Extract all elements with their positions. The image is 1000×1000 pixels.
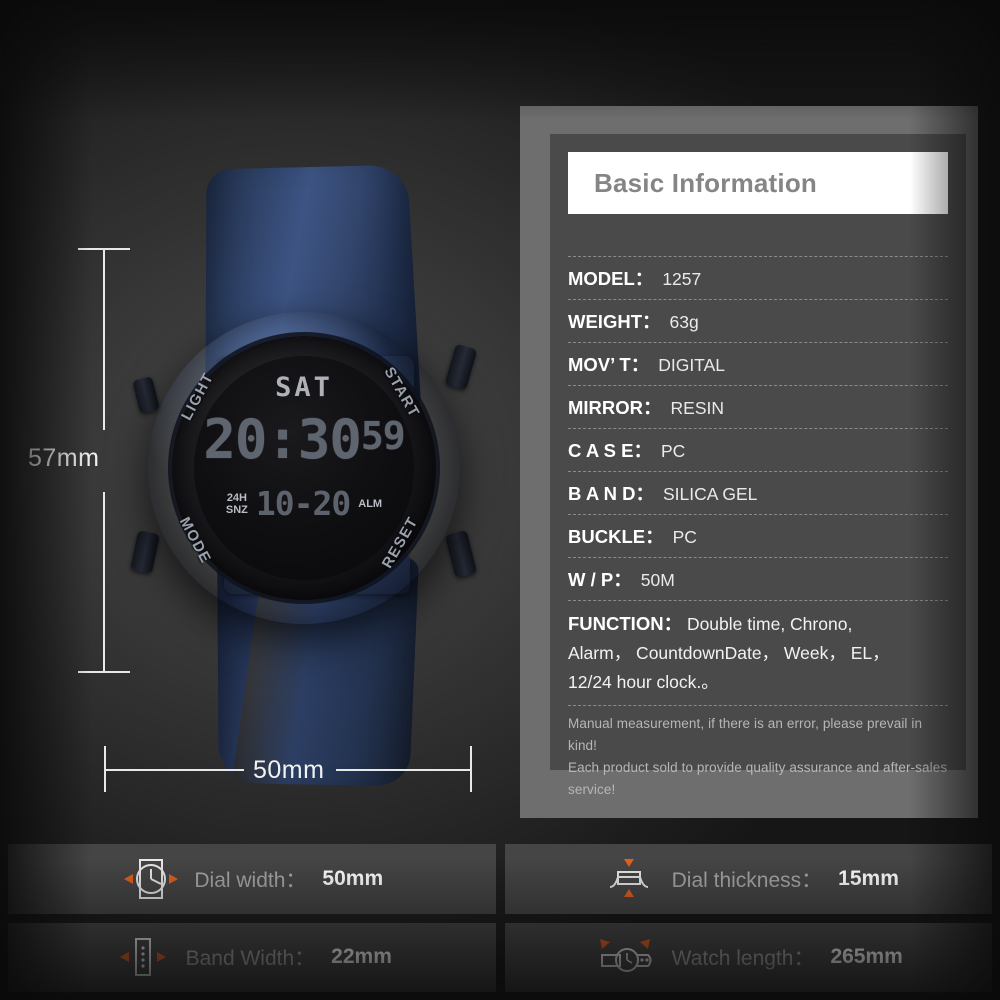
vignette-overlay — [0, 0, 1000, 1000]
product-spec-image: LIGHT START MODE RESET SAT 20:3059 24H S… — [0, 0, 1000, 1000]
